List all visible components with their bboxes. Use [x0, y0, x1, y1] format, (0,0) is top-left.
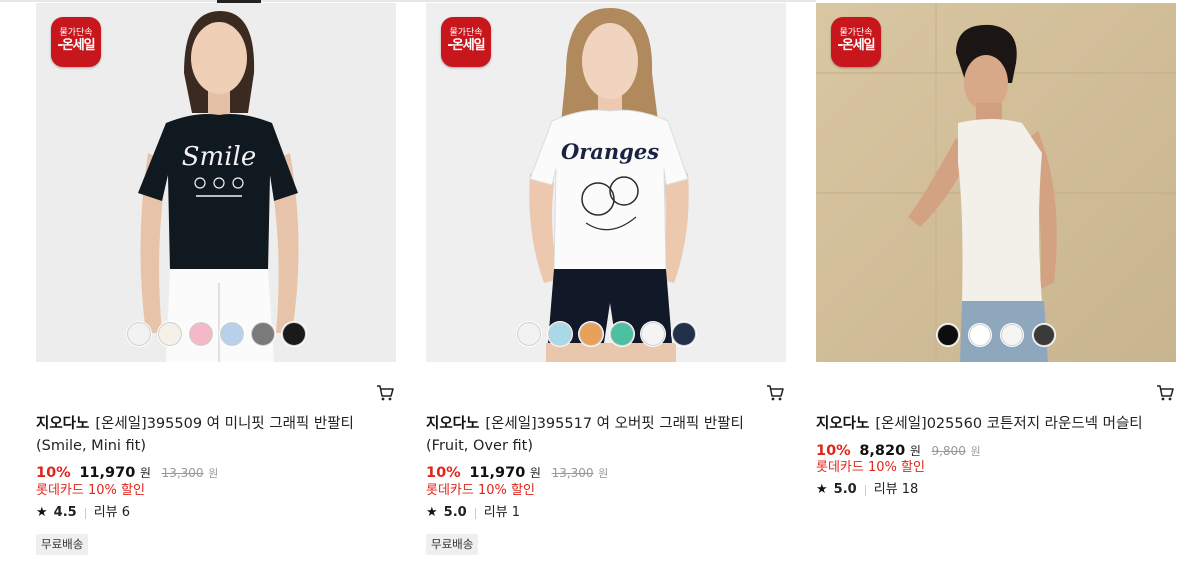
product-card[interactable]: Smile 물가단속 -온세일 지오다노 [온세일]395509 여 미니핏 그래…: [36, 3, 396, 563]
currency: 원: [598, 467, 609, 480]
product-card[interactable]: 물가단속 -온세일 지오다노 [온세일]025560 코튼저지 라운드넥 머슬티 …: [816, 3, 1176, 563]
free-shipping-tag: 무료배송: [426, 534, 479, 555]
sale-price: 11,970: [469, 465, 526, 481]
price-row: 10% 11,970 원 13,300 원: [426, 463, 608, 484]
color-swatch[interactable]: [969, 324, 991, 346]
free-shipping-tag: 무료배송: [36, 534, 89, 555]
color-swatches: [426, 322, 786, 346]
svg-text:Oranges: Oranges: [561, 139, 659, 164]
currency: 원: [208, 467, 219, 480]
discount-rate: 10%: [426, 465, 461, 481]
product-title[interactable]: 지오다노 [온세일]395509 여 미니핏 그래픽 반팔티 (Smile, Mi…: [36, 413, 386, 457]
rating-score: 4.5: [53, 505, 77, 520]
color-swatch[interactable]: [250, 322, 275, 346]
card-discount: 롯데카드 10% 할인: [426, 483, 535, 498]
rating-row: ★ 5.0 리뷰 18: [816, 481, 918, 499]
divider: [474, 507, 476, 519]
divider: [864, 484, 866, 496]
card-discount: 롯데카드 10% 할인: [816, 460, 925, 475]
color-swatch[interactable]: [547, 322, 572, 346]
product-title[interactable]: 지오다노 [온세일]395517 여 오버핏 그래픽 반팔티 (Fruit, Ov…: [426, 413, 776, 457]
product-card[interactable]: Oranges 물가단속 -온세일 지오다노 [온세일]395517 여 오버핏 …: [426, 3, 786, 563]
currency: 원: [909, 444, 921, 458]
color-swatch[interactable]: [578, 322, 603, 346]
brand-name: 지오다노: [816, 416, 870, 432]
original-price: 13,300: [161, 466, 204, 480]
star-icon: ★: [816, 482, 828, 497]
onsale-badge: 물가단속 -온세일: [441, 17, 491, 67]
onsale-badge: 물가단속 -온세일: [831, 17, 881, 67]
currency: 원: [529, 466, 541, 480]
product-image[interactable]: 물가단속 -온세일: [816, 3, 1176, 362]
badge-line2: -온세일: [447, 38, 485, 53]
badge-line1: 물가단속: [59, 28, 93, 38]
badge-line1: 물가단속: [839, 28, 873, 38]
color-swatch[interactable]: [516, 322, 541, 346]
sale-price: 8,820: [859, 443, 906, 459]
color-swatch[interactable]: [1033, 324, 1055, 346]
star-icon: ★: [36, 505, 48, 520]
color-swatch[interactable]: [157, 322, 182, 346]
color-swatch[interactable]: [609, 322, 634, 346]
brand-name: 지오다노: [36, 416, 90, 432]
currency: 원: [970, 445, 981, 458]
discount-rate: 10%: [36, 465, 71, 481]
original-price: 13,300: [551, 466, 594, 480]
color-swatch[interactable]: [281, 322, 306, 346]
star-icon: ★: [426, 505, 438, 520]
svg-text:Smile: Smile: [182, 142, 256, 172]
cart-icon[interactable]: [766, 384, 784, 402]
color-swatch[interactable]: [219, 322, 244, 346]
color-swatch[interactable]: [126, 322, 151, 346]
sale-price: 11,970: [79, 465, 136, 481]
badge-line2: -온세일: [837, 38, 875, 53]
brand-name: 지오다노: [426, 416, 480, 432]
onsale-badge: 물가단속 -온세일: [51, 17, 101, 67]
rating-score: 5.0: [443, 505, 467, 520]
color-swatch[interactable]: [937, 324, 959, 346]
original-price: 9,800: [931, 444, 966, 458]
color-swatches: [36, 322, 396, 346]
color-swatch[interactable]: [1001, 324, 1023, 346]
card-discount: 롯데카드 10% 할인: [36, 483, 145, 498]
product-image[interactable]: Smile 물가단속 -온세일: [36, 3, 396, 362]
review-count[interactable]: 리뷰 6: [94, 504, 130, 522]
badge-line2: -온세일: [57, 38, 95, 53]
color-swatches: [816, 324, 1176, 346]
cart-icon[interactable]: [376, 384, 394, 402]
price-row: 10% 11,970 원 13,300 원: [36, 463, 218, 484]
rating-row: ★ 5.0 리뷰 1: [426, 504, 520, 522]
divider: [84, 507, 86, 519]
product-image[interactable]: Oranges 물가단속 -온세일: [426, 3, 786, 362]
review-count[interactable]: 리뷰 1: [484, 504, 520, 522]
color-swatch[interactable]: [188, 322, 213, 346]
product-title[interactable]: 지오다노 [온세일]025560 코튼저지 라운드넥 머슬티: [816, 413, 1166, 435]
color-swatch[interactable]: [671, 322, 696, 346]
rating-score: 5.0: [833, 482, 857, 497]
discount-rate: 10%: [816, 443, 851, 459]
color-swatch[interactable]: [640, 322, 665, 346]
rating-row: ★ 4.5 리뷰 6: [36, 504, 130, 522]
currency: 원: [139, 466, 151, 480]
product-name: [온세일]025560 코튼저지 라운드넥 머슬티: [875, 416, 1143, 432]
review-count[interactable]: 리뷰 18: [874, 481, 919, 499]
badge-line1: 물가단속: [449, 28, 483, 38]
cart-icon[interactable]: [1156, 384, 1174, 402]
